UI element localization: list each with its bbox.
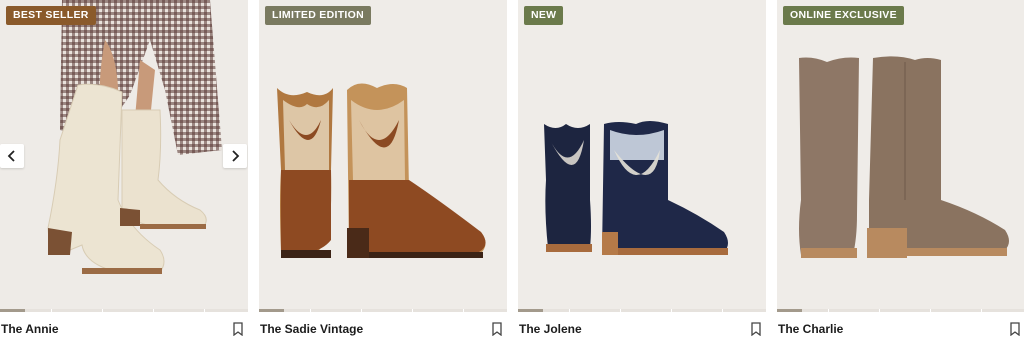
previous-image-button[interactable] [0, 144, 24, 168]
product-badge: BEST SELLER [6, 6, 96, 25]
chevron-left-icon [7, 150, 15, 162]
product-badge: ONLINE EXCLUSIVE [783, 6, 904, 25]
product-grid: BEST SELLER The Annie LIMITED EDITION Th… [0, 0, 1024, 338]
product-image[interactable]: ONLINE EXCLUSIVE [777, 0, 1024, 309]
bookmark-icon[interactable] [1009, 322, 1021, 336]
bookmark-icon[interactable] [750, 322, 762, 336]
bookmark-icon[interactable] [491, 322, 503, 336]
product-card[interactable]: LIMITED EDITION The Sadie Vintage [259, 0, 507, 338]
product-card[interactable]: BEST SELLER The Annie [0, 0, 248, 338]
boot-photo-illustration [259, 0, 507, 309]
chevron-right-icon [232, 150, 240, 162]
next-image-button[interactable] [223, 144, 247, 168]
product-image[interactable]: NEW [518, 0, 766, 309]
product-name[interactable]: The Sadie Vintage [260, 322, 363, 336]
product-image[interactable]: BEST SELLER [0, 0, 248, 309]
product-card[interactable]: ONLINE EXCLUSIVE The Charlie [777, 0, 1024, 338]
boot-photo-illustration [518, 0, 766, 309]
product-caption: The Jolene [518, 312, 766, 338]
boot-photo-illustration [0, 0, 248, 309]
product-caption: The Annie [0, 312, 248, 338]
product-name[interactable]: The Charlie [778, 322, 843, 336]
product-name[interactable]: The Annie [1, 322, 59, 336]
product-caption: The Sadie Vintage [259, 312, 507, 338]
product-caption: The Charlie [777, 312, 1024, 338]
product-badge: LIMITED EDITION [265, 6, 371, 25]
bookmark-icon[interactable] [232, 322, 244, 336]
product-badge: NEW [524, 6, 564, 25]
boot-photo-illustration [777, 0, 1024, 309]
product-image[interactable]: LIMITED EDITION [259, 0, 507, 309]
product-name[interactable]: The Jolene [519, 322, 582, 336]
product-card[interactable]: NEW The Jolene [518, 0, 766, 338]
